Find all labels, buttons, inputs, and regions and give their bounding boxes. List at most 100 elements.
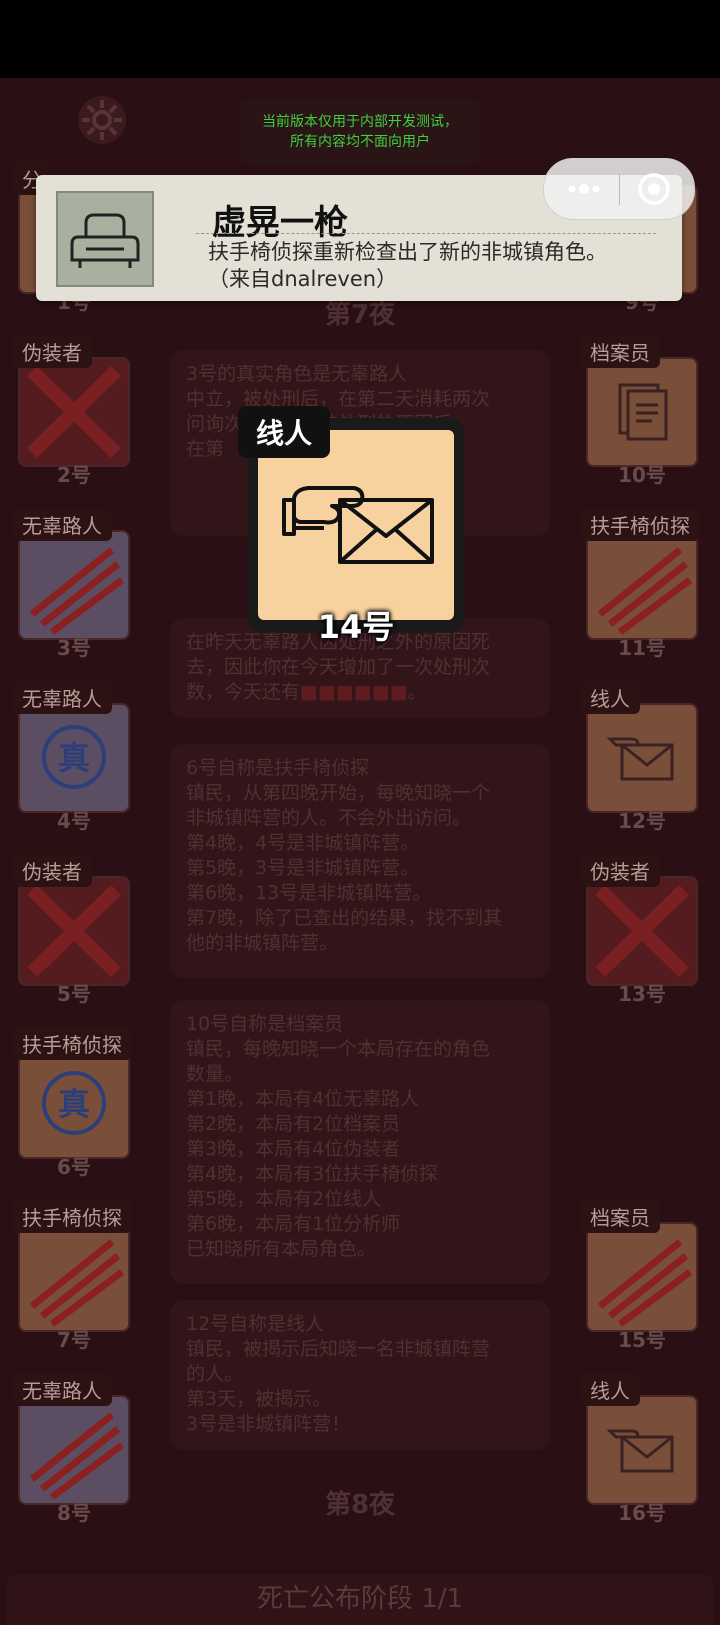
player-card-2[interactable]: 伪装者 2号 — [8, 335, 140, 487]
more-options-icon[interactable] — [564, 179, 604, 199]
dev-notice-line1: 当前版本仅用于内部开发测试， — [262, 114, 458, 130]
player-card-8[interactable]: 无辜路人 8号 — [8, 1373, 140, 1525]
dev-notice-line2: 所有内容均不面向用户 — [290, 134, 430, 150]
player-card-16[interactable]: 线人 16号 — [576, 1373, 708, 1525]
log-line: 第5晚，本局有2位线人 — [186, 1188, 382, 1210]
role-popup-number: 14号 — [317, 608, 395, 646]
card-number: 16号 — [618, 1501, 666, 1525]
close-miniprogram-icon[interactable] — [636, 171, 672, 207]
toast-icon-frame — [56, 191, 154, 287]
player-card-10[interactable]: 档案员 10号 — [576, 335, 708, 487]
card-number: 7号 — [57, 1328, 91, 1352]
toast-divider — [196, 233, 656, 234]
card-role: 线人 — [580, 1373, 640, 1406]
true-stamp-icon: 真 — [42, 1071, 106, 1135]
card-number: 3号 — [57, 636, 91, 660]
card-number: 12号 — [618, 809, 666, 833]
card-number: 5号 — [57, 982, 91, 1006]
card-role: 扶手椅侦探 — [12, 1200, 132, 1233]
envelope-hand-icon — [606, 1429, 674, 1473]
player-card-15[interactable]: 档案员 15号 — [576, 1200, 708, 1352]
card-role: 扶手椅侦探 — [580, 508, 700, 541]
log-line: 镇民，被揭示后知晓一名非城镇阵营 — [186, 1338, 491, 1360]
night-label: 第8夜 — [324, 1490, 396, 1520]
log-panel-5[interactable]: 12号自称是线人 镇民，被揭示后知晓一名非城镇阵营 的人。 第3天，被揭示。 3… — [170, 1300, 550, 1450]
log-line: 去，因此你在今天增加了一次处刑次 — [186, 656, 491, 678]
player-card-11[interactable]: 扶手椅侦探 11号 — [576, 508, 708, 660]
true-stamp-icon: 真 — [42, 725, 106, 789]
card-number: 8号 — [57, 1501, 91, 1525]
cross-mark-icon — [27, 365, 121, 459]
status-bar — [0, 0, 720, 78]
toast-message-line1: 扶手椅侦探重新检查出了新的非城镇角色。 — [208, 240, 607, 264]
log-line: 12号自称是线人 — [186, 1313, 325, 1335]
true-stamp-text: 真 — [58, 1085, 90, 1123]
player-card-12[interactable]: 线人 12号 — [576, 681, 708, 833]
true-stamp-text: 真 — [58, 739, 90, 777]
documents-icon — [618, 383, 668, 441]
log-line: 10号自称是档案员 — [186, 1013, 344, 1035]
card-role: 扶手椅侦探 — [12, 1027, 132, 1060]
player-card-5[interactable]: 伪装者 5号 — [8, 854, 140, 1006]
log-line: 第2晚，本局有2位档案员 — [186, 1113, 401, 1135]
card-number: 6号 — [57, 1155, 91, 1179]
toast-message: 扶手椅侦探重新检查出了新的非城镇角色。 （来自dnalreven） — [208, 239, 668, 293]
log-line-wrap: 数，今天还有■■■■■■。 — [186, 680, 534, 705]
log-line: 第7晚，除了已查出的结果，找不到其 — [186, 907, 503, 929]
card-role: 无辜路人 — [12, 681, 112, 714]
log-line: 的人。 — [186, 1363, 244, 1385]
log-line: 3号的真实角色是无辜路人 — [186, 363, 408, 385]
player-card-7[interactable]: 扶手椅侦探 7号 — [8, 1200, 140, 1352]
log-line: 他的非城镇阵营。 — [186, 932, 339, 954]
player-card-6[interactable]: 真 扶手椅侦探 6号 — [8, 1027, 140, 1179]
log-line: 镇民，每晚知晓一个本局存在的角色 — [186, 1038, 491, 1060]
log-line: 第3天，被揭示。 — [186, 1388, 332, 1410]
toast-title: 虚晃一枪 — [212, 203, 348, 243]
miniprogram-capsule — [543, 158, 695, 220]
log-line: 6号自称是扶手椅侦探 — [186, 757, 370, 779]
card-role: 无辜路人 — [12, 508, 112, 541]
card-role: 伪装者 — [12, 854, 92, 887]
log-line: 。 — [407, 681, 427, 703]
claw-slash-icon — [29, 547, 125, 635]
log-panel-4[interactable]: 10号自称是档案员 镇民，每晚知晓一个本局存在的角色 数量。 第1晚，本局有4位… — [170, 1000, 550, 1284]
card-role: 无辜路人 — [12, 1373, 112, 1406]
role-popup-card[interactable]: 线人 14号 — [238, 406, 464, 646]
log-line: 第4晚，本局有3位扶手椅侦探 — [186, 1163, 439, 1185]
role-popup-title: 线人 — [238, 406, 331, 458]
log-line: 中立，被处刑后，在第二天消耗两次 — [186, 388, 491, 410]
claw-slash-icon — [597, 547, 693, 635]
card-number: 4号 — [57, 809, 91, 833]
log-line: 已知晓所有本局角色。 — [186, 1238, 377, 1260]
card-number: 11号 — [618, 636, 666, 660]
card-number: 10号 — [618, 463, 666, 487]
log-line: 数量。 — [186, 1063, 244, 1085]
card-role: 档案员 — [580, 1200, 660, 1233]
card-role: 伪装者 — [580, 854, 660, 887]
log-line: 3号是非城镇阵营！ — [186, 1413, 351, 1435]
log-line: 非城镇阵营的人。不会外出访问。 — [186, 807, 472, 829]
log-panel-3[interactable]: 6号自称是扶手椅侦探 镇民，从第四晚开始，每晚知晓一个 非城镇阵营的人。不会外出… — [170, 744, 550, 978]
player-card-3[interactable]: 无辜路人 3号 — [8, 508, 140, 660]
log-line: 镇民，从第四晚开始，每晚知晓一个 — [186, 782, 491, 804]
claw-slash-icon — [29, 1239, 125, 1327]
card-number: 2号 — [57, 463, 91, 487]
log-line: 第1晚，本局有4位无辜路人 — [186, 1088, 420, 1110]
claw-slash-icon — [29, 1412, 125, 1500]
dev-notice: 当前版本仅用于内部开发测试， 所有内容均不面向用户 — [240, 100, 480, 164]
gear-icon[interactable] — [76, 94, 128, 146]
log-line: 第4晚，4号是非城镇阵营。 — [186, 832, 420, 854]
cross-mark-icon — [595, 884, 689, 978]
log-line: 第6晚，13号是非城镇阵营。 — [186, 882, 432, 904]
envelope-hand-icon — [606, 737, 674, 781]
toast-message-line2: （来自dnalreven） — [208, 267, 398, 291]
card-number: 13号 — [618, 982, 666, 1006]
capsule-divider — [619, 173, 620, 205]
armchair-icon — [70, 213, 140, 268]
role-popup-face — [258, 430, 454, 620]
player-card-13[interactable]: 伪装者 13号 — [576, 854, 708, 1006]
card-role: 线人 — [580, 681, 640, 714]
player-card-4[interactable]: 真 无辜路人 4号 — [8, 681, 140, 833]
envelope-hand-icon — [282, 486, 434, 564]
card-role: 伪装者 — [12, 335, 92, 368]
